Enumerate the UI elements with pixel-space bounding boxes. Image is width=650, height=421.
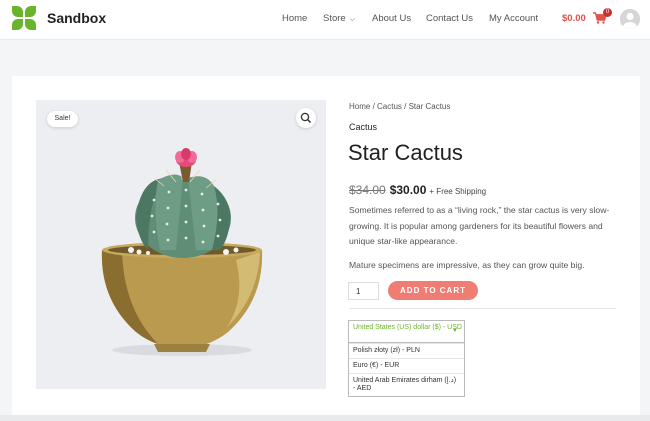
site-header: Sandbox Home Store ⌵ About Us Contact Us … (0, 0, 650, 40)
page-bottom-edge (0, 415, 650, 421)
site-title[interactable]: Sandbox (47, 10, 106, 26)
nav-about-us[interactable]: About Us (372, 13, 411, 24)
currency-select[interactable]: United States (US) dollar ($) - USD (348, 320, 465, 343)
site-logo-icon[interactable] (12, 6, 38, 32)
product-description: Sometimes referred to as a “living rock,… (349, 205, 610, 246)
product-title: Star Cactus (348, 140, 463, 165)
currency-options-list: Polish złoty (zł) - PLN Euro (€) - EUR U… (348, 343, 465, 397)
product-category[interactable]: Cactus (349, 122, 377, 132)
search-icon[interactable] (296, 108, 316, 128)
product-description-2: Mature specimens are impressive, as they… (349, 260, 585, 270)
currency-option-aed[interactable]: United Arab Emirates dirham (د.إ) - AED (349, 373, 464, 396)
cart-count-badge: 0 (603, 8, 612, 17)
nav-home[interactable]: Home (282, 13, 307, 24)
dropdown-arrow-icon[interactable]: ▼ (452, 328, 458, 334)
price-original: $34.00 (349, 183, 386, 197)
nav-contact-us[interactable]: Contact Us (426, 13, 473, 24)
shipping-note: + Free Shipping (429, 187, 487, 196)
sale-badge: Sale! (47, 111, 78, 127)
price-row: $34.00 $30.00 + Free Shipping (349, 181, 486, 199)
currency-option-eur[interactable]: Euro (€) - EUR (349, 358, 464, 373)
product-image[interactable] (36, 100, 326, 389)
nav-my-account[interactable]: My Account (489, 13, 538, 24)
chevron-down-icon[interactable]: ⌵ (350, 16, 355, 24)
user-avatar[interactable] (620, 9, 640, 29)
breadcrumb[interactable]: Home / Cactus / Star Cactus (349, 102, 450, 111)
cart-total[interactable]: $0.00 (562, 13, 586, 24)
divider (349, 308, 616, 309)
nav-store[interactable]: Store ⌵ (323, 13, 355, 24)
currency-option-pln[interactable]: Polish złoty (zł) - PLN (349, 343, 464, 358)
price-sale: $30.00 (389, 183, 427, 197)
quantity-input[interactable] (348, 282, 379, 300)
nav-store-label[interactable]: Store (323, 13, 346, 24)
add-to-cart-button[interactable]: ADD TO CART (388, 281, 478, 300)
